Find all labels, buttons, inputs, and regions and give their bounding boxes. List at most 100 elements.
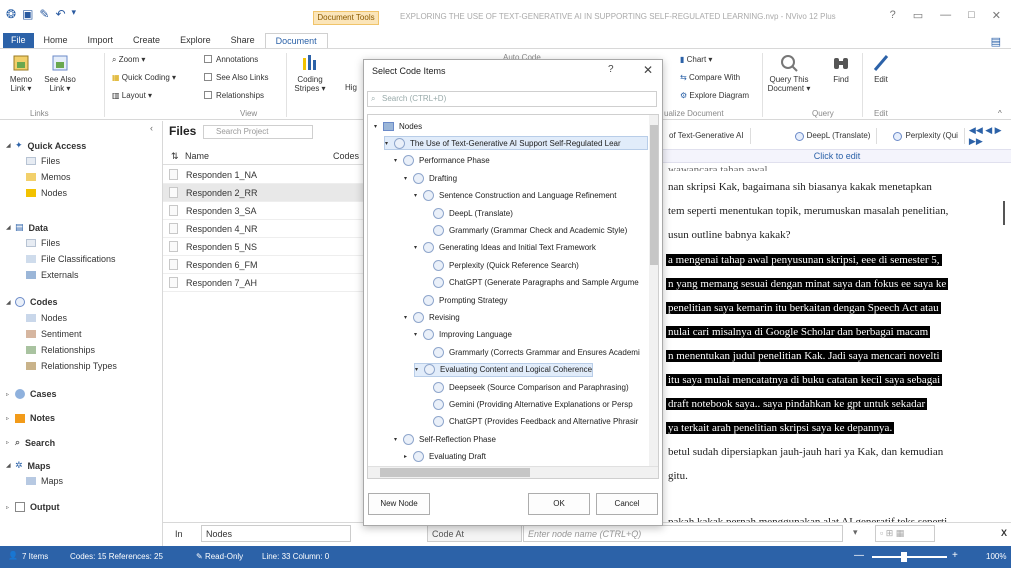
tree-horizontal-scroll-thumb[interactable] — [380, 468, 530, 477]
cancel-button[interactable]: Cancel — [596, 493, 658, 515]
zoom-dropdown[interactable]: ⌕ Zoom ▾ — [112, 55, 145, 65]
nav-file-classifications[interactable]: File Classifications — [26, 254, 116, 264]
expand-arrow-icon[interactable]: ▾ — [414, 331, 423, 338]
expand-arrow-icon[interactable]: ▾ — [414, 244, 423, 251]
memo-link-button[interactable]: Memo Link ▾ — [6, 53, 36, 93]
nav-arrows-icon[interactable]: ◀◀ ◀ ▶ ▶▶ — [969, 125, 1011, 147]
stripe-tab[interactable]: DeepL (Translate) — [789, 128, 878, 144]
tree-node[interactable]: ▾ The Use of Text-Generative AI Support S… — [384, 136, 648, 151]
nav-data[interactable]: ◢ ▤ Data — [6, 222, 48, 233]
nav-externals[interactable]: Externals — [26, 270, 79, 280]
nav-nodes[interactable]: Nodes — [26, 188, 67, 198]
save-icon[interactable]: ▣ — [22, 7, 33, 21]
tree-vertical-scroll-thumb[interactable] — [650, 125, 658, 265]
file-row[interactable]: Responden 3_SA — [163, 202, 363, 220]
annotations-checkbox[interactable]: Annotations — [204, 55, 258, 65]
expand-arrow-icon[interactable]: ▾ — [404, 175, 413, 182]
quick-coding-dropdown[interactable]: ▦ Quick Coding ▾ — [112, 73, 176, 83]
undo-icon[interactable]: ↶ — [55, 7, 65, 21]
edit-button[interactable]: Edit — [866, 53, 896, 84]
tree-node[interactable]: ChatGPT (Generate Paragraphs and Sample … — [424, 276, 639, 290]
nav-maps-maps[interactable]: Maps — [26, 476, 63, 486]
file-row[interactable]: Responden 4_NR — [163, 220, 363, 238]
highlight-button-partial[interactable]: Hig — [345, 83, 357, 93]
tree-node[interactable]: ▾ Improving Language — [414, 328, 512, 342]
tree-node[interactable]: ▸ Evaluating Draft — [404, 450, 486, 464]
coding-tools-icon[interactable]: ▫ ⊞ ▦ — [875, 525, 935, 542]
query-this-document-button[interactable]: Query This Document ▾ — [766, 53, 812, 93]
expand-arrow-icon[interactable]: ▾ — [394, 157, 403, 164]
dropdown-arrow-icon[interactable]: ▾ — [853, 527, 858, 538]
tab-document[interactable]: Document — [264, 33, 328, 48]
nav-cases[interactable]: ▹ Cases — [6, 389, 57, 399]
help-button[interactable]: ? — [890, 9, 896, 22]
tree-node[interactable]: Gemini (Providing Alternative Explanatio… — [424, 397, 633, 411]
nav-output[interactable]: ▹ Output — [6, 502, 60, 512]
layout-dropdown[interactable]: ▥ Layout ▾ — [112, 91, 152, 101]
expand-arrow-icon[interactable]: ▾ — [385, 140, 394, 147]
expand-arrow-icon[interactable]: ▾ — [414, 192, 423, 199]
collapse-ribbon-icon[interactable]: ^ — [998, 109, 1002, 119]
tree-node[interactable]: Perplexity (Quick Reference Search) — [424, 258, 579, 272]
tab-explore[interactable]: Explore — [170, 33, 221, 48]
tree-node[interactable]: Deepseek (Source Comparison and Paraphra… — [424, 380, 629, 394]
nav-quick-access[interactable]: ◢ ✦ Quick Access — [6, 140, 86, 151]
chart-dropdown[interactable]: ▮ Chart ▾ — [680, 55, 712, 65]
node-name-input[interactable]: Enter node name (CTRL+Q) — [523, 525, 843, 542]
files-search-input[interactable]: Search Project — [203, 125, 313, 139]
close-coding-bar-button[interactable]: X — [1001, 528, 1007, 538]
nav-codes[interactable]: ◢ Codes — [6, 297, 58, 307]
tab-create[interactable]: Create — [123, 33, 170, 48]
expand-arrow-icon[interactable]: ▾ — [374, 123, 383, 130]
tree-node[interactable]: ▾ Revising — [404, 310, 460, 324]
tree-node[interactable]: ▾ Self-Reflection Phase — [394, 432, 496, 446]
nav-relationships[interactable]: Relationships — [26, 345, 95, 355]
nav-data-files[interactable]: Files — [26, 238, 60, 248]
zoom-out-button[interactable]: — — [854, 550, 864, 561]
customize-qat-icon[interactable]: ▾ — [72, 7, 77, 21]
nav-maps[interactable]: ◢ ✲ Maps — [6, 460, 51, 471]
nav-sentiment[interactable]: Sentiment — [26, 329, 82, 339]
nav-files[interactable]: Files — [26, 156, 60, 166]
tab-share[interactable]: Share — [221, 33, 265, 48]
expand-arrow-icon[interactable]: ▾ — [394, 436, 403, 443]
find-button[interactable]: Find — [826, 53, 856, 84]
tree-node[interactable]: DeepL (Translate) — [424, 206, 513, 220]
tree-node[interactable]: Grammarly (Grammar Check and Academic St… — [424, 223, 627, 237]
file-row[interactable]: Responden 6_FM — [163, 256, 363, 274]
dialog-search-input[interactable]: ⌕ Search (CTRL+D) — [367, 91, 657, 107]
dialog-close-button[interactable]: ✕ — [643, 63, 653, 77]
coding-stripes-button[interactable]: Coding Stripes ▾ — [292, 53, 328, 93]
nav-relationship-types[interactable]: Relationship Types — [26, 361, 117, 371]
maximize-button[interactable]: □ — [968, 9, 975, 22]
ok-button[interactable]: OK — [528, 493, 590, 515]
stripe-tab[interactable]: of Text-Generative AI — [663, 128, 751, 144]
tab-file[interactable]: File — [3, 33, 34, 48]
file-row[interactable]: Responden 7_AH — [163, 274, 363, 292]
nav-search[interactable]: ▹ ⌕ Search — [6, 437, 55, 448]
see-also-link-button[interactable]: See Also Link ▾ — [42, 53, 78, 93]
zoom-in-button[interactable]: + — [952, 550, 958, 561]
nav-codes-nodes[interactable]: Nodes — [26, 313, 67, 323]
file-row[interactable]: Responden 5_NS — [163, 238, 363, 256]
edit-icon[interactable]: ✎ — [39, 7, 49, 21]
tree-node[interactable]: ▾ Evaluating Content and Logical Coherenc… — [414, 362, 594, 377]
stripe-tab[interactable]: Perplexity (Qui — [887, 128, 965, 144]
file-row-selected[interactable]: Responden 2_RR — [163, 184, 363, 202]
tab-home[interactable]: Home — [34, 33, 78, 48]
click-to-edit-bar[interactable]: Click to edit — [663, 149, 1011, 163]
explore-diagram-button[interactable]: ⚙ Explore Diagram — [680, 91, 749, 101]
account-icon[interactable]: ▤ — [991, 35, 1001, 48]
dialog-help-button[interactable]: ? — [608, 64, 614, 75]
relationships-checkbox[interactable]: Relationships — [204, 91, 264, 101]
tree-node[interactable]: ▾ Sentence Construction and Language Refi… — [414, 189, 616, 203]
tab-import[interactable]: Import — [78, 33, 124, 48]
in-field[interactable]: Nodes — [201, 525, 351, 542]
minimize-button[interactable]: — — [940, 9, 951, 22]
nav-notes[interactable]: ▹ Notes — [6, 413, 55, 423]
col-codes-header[interactable]: Codes — [333, 151, 359, 161]
zoom-slider[interactable] — [872, 556, 947, 558]
ribbon-display-icon[interactable]: ▭ — [913, 9, 923, 22]
tree-node[interactable]: ▾ Performance Phase — [394, 154, 490, 168]
doc-scrollbar-thumb[interactable] — [1003, 201, 1005, 225]
